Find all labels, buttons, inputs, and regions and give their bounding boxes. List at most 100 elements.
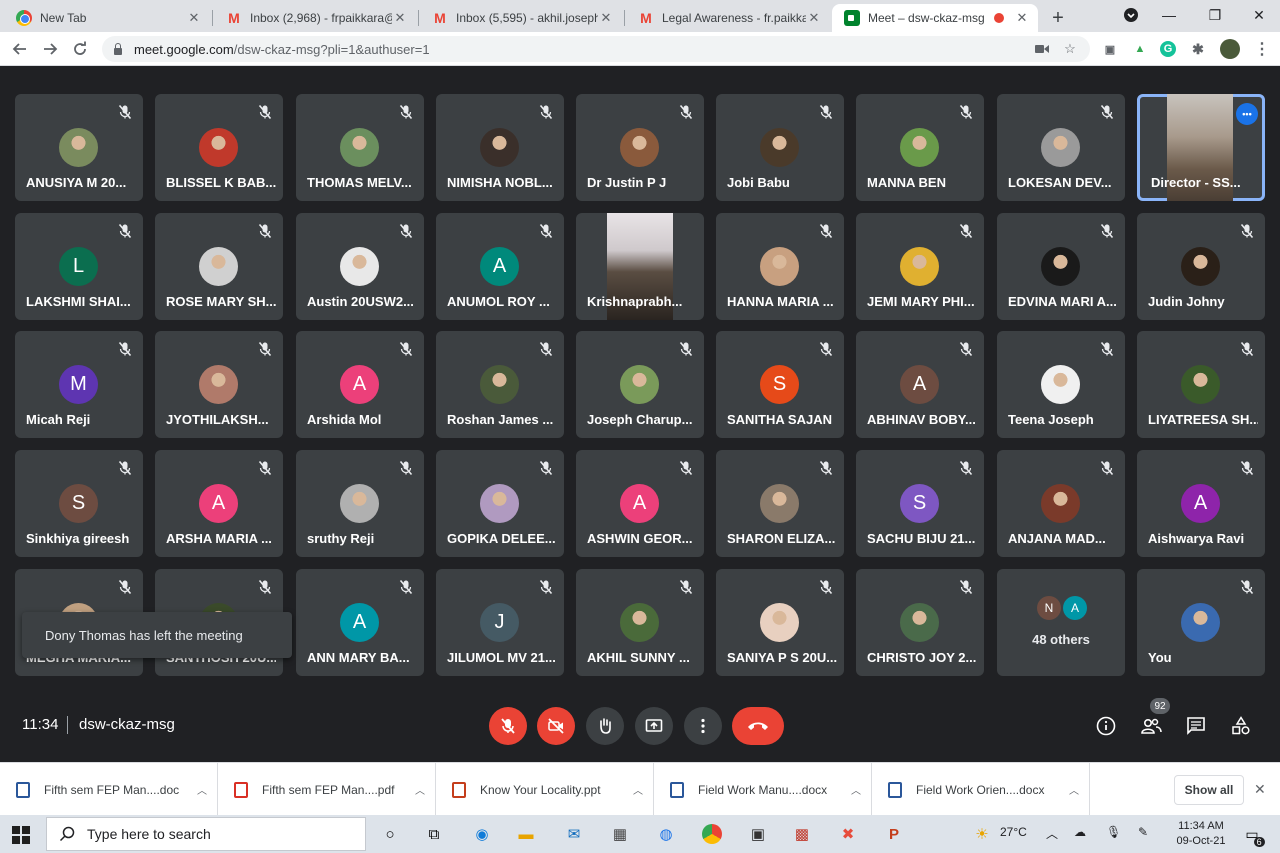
download-item[interactable]: Field Work Manu....docx ︿ bbox=[654, 763, 872, 816]
show-all-downloads-button[interactable]: Show all bbox=[1174, 775, 1244, 805]
participant-tile[interactable]: M Micah Reji bbox=[15, 331, 143, 438]
task-view-icon[interactable]: ⧉ bbox=[422, 823, 446, 845]
participant-tile[interactable]: HANNA MARIA ... bbox=[716, 213, 844, 320]
participant-tile[interactable]: MANNA BEN bbox=[856, 94, 984, 201]
participant-tile[interactable]: NIMISHA NOBL... bbox=[436, 94, 564, 201]
close-icon[interactable]: ✕ bbox=[392, 10, 408, 26]
participant-tile[interactable]: Roshan James ... bbox=[436, 331, 564, 438]
leave-call-button[interactable] bbox=[732, 707, 784, 745]
bookmark-star-icon[interactable]: ☆ bbox=[1062, 41, 1078, 57]
notification-center-icon[interactable]: ▭ 6 bbox=[1240, 823, 1265, 847]
windows-start-icon[interactable] bbox=[12, 826, 30, 844]
participant-tile[interactable]: AKHIL SUNNY ... bbox=[576, 569, 704, 676]
chrome-menu-icon[interactable]: ⋮ bbox=[1254, 41, 1270, 58]
meeting-details-button[interactable] bbox=[1094, 714, 1118, 738]
participant-tile[interactable]: GOPIKA DELEE... bbox=[436, 450, 564, 557]
chevron-up-icon[interactable]: ︿ bbox=[1046, 825, 1058, 842]
microphone-toggle-button[interactable] bbox=[489, 707, 527, 745]
close-downloads-bar-icon[interactable]: ✕ bbox=[1254, 781, 1266, 798]
cast-extension-icon[interactable]: ▣ bbox=[1102, 41, 1118, 57]
participant-tile[interactable]: J JILUMOL MV 21... bbox=[436, 569, 564, 676]
camera-toggle-button[interactable] bbox=[537, 707, 575, 745]
participant-tile[interactable]: ••• Director - SS... bbox=[1137, 94, 1265, 201]
close-icon[interactable]: ✕ bbox=[598, 10, 614, 26]
participant-tile[interactable]: A ABHINAV BOBY... bbox=[856, 331, 984, 438]
app-icon-x[interactable]: ✖ bbox=[836, 823, 860, 845]
microphone-icon[interactable]: 🎙︎ bbox=[1106, 825, 1121, 839]
activities-button[interactable] bbox=[1229, 714, 1253, 738]
participant-tile[interactable]: S SACHU BIJU 21... bbox=[856, 450, 984, 557]
mail-icon[interactable]: ✉ bbox=[562, 823, 586, 845]
participant-tile[interactable]: You bbox=[1137, 569, 1265, 676]
download-item[interactable]: Fifth sem FEP Man....pdf ︿ bbox=[218, 763, 436, 816]
participant-tile[interactable]: SANIYA P S 20U... bbox=[716, 569, 844, 676]
new-tab-button[interactable]: + bbox=[1046, 6, 1070, 30]
people-button[interactable] bbox=[1139, 714, 1163, 738]
more-options-button[interactable] bbox=[684, 707, 722, 745]
participant-tile[interactable]: A Arshida Mol bbox=[296, 331, 424, 438]
download-item[interactable]: Fifth sem FEP Man....doc ︿ bbox=[0, 763, 218, 816]
participant-tile[interactable]: A ARSHA MARIA ... bbox=[155, 450, 283, 557]
participant-tile[interactable]: A Aishwarya Ravi bbox=[1137, 450, 1265, 557]
forward-button[interactable] bbox=[38, 37, 62, 61]
pen-icon[interactable]: ✎ bbox=[1138, 825, 1148, 839]
participant-tile[interactable]: LIYATREESA SH... bbox=[1137, 331, 1265, 438]
participant-tile[interactable]: A ANN MARY BA... bbox=[296, 569, 424, 676]
raise-hand-button[interactable] bbox=[586, 707, 624, 745]
grammarly-icon[interactable]: G bbox=[1160, 41, 1176, 57]
globe-icon[interactable]: ◍ bbox=[654, 823, 678, 845]
participant-tile[interactable]: Judin Johny bbox=[1137, 213, 1265, 320]
participant-tile[interactable]: Krishnaprabh... bbox=[576, 213, 704, 320]
taskbar-clock[interactable]: 11:34 AM 09-Oct-21 bbox=[1168, 819, 1234, 849]
chevron-up-icon[interactable]: ︿ bbox=[1059, 782, 1089, 797]
chevron-up-icon[interactable]: ︿ bbox=[841, 782, 871, 797]
taskbar-search-box[interactable]: Type here to search bbox=[46, 817, 366, 851]
participant-tile[interactable]: SHARON ELIZA... bbox=[716, 450, 844, 557]
participant-tile[interactable]: S SANITHA SAJAN bbox=[716, 331, 844, 438]
edge-icon[interactable]: ◉ bbox=[470, 823, 494, 845]
weather-icon[interactable]: ☀ bbox=[970, 823, 994, 845]
participant-tile[interactable]: ANJANA MAD... bbox=[997, 450, 1125, 557]
chevron-up-icon[interactable]: ︿ bbox=[405, 782, 435, 797]
participant-tile[interactable]: N A 48 others bbox=[997, 569, 1125, 676]
participant-tile[interactable]: A ANUMOL ROY ... bbox=[436, 213, 564, 320]
participant-tile[interactable]: THOMAS MELV... bbox=[296, 94, 424, 201]
browser-tab[interactable]: M Inbox (5,595) - akhil.joseph@ ✕ bbox=[420, 4, 622, 32]
powerpoint-icon[interactable]: P bbox=[882, 823, 906, 845]
download-item[interactable]: Know Your Locality.ppt ︿ bbox=[436, 763, 654, 816]
chevron-up-icon[interactable]: ︿ bbox=[623, 782, 653, 797]
camera-in-use-icon[interactable] bbox=[1034, 41, 1050, 57]
participant-tile[interactable]: JYOTHILAKSH... bbox=[155, 331, 283, 438]
download-item[interactable]: Field Work Orien....docx ︿ bbox=[872, 763, 1090, 816]
participant-tile[interactable]: LOKESAN DEV... bbox=[997, 94, 1125, 201]
browser-tab-active[interactable]: Meet – dsw-ckaz-msg ✕ bbox=[832, 4, 1038, 32]
puzzle-extensions-icon[interactable]: ✱ bbox=[1190, 41, 1206, 57]
minimize-button[interactable]: — bbox=[1146, 0, 1192, 30]
participant-tile[interactable]: EDVINA MARI A... bbox=[997, 213, 1125, 320]
close-icon[interactable]: ✕ bbox=[186, 10, 202, 26]
browser-tab[interactable]: New Tab ✕ bbox=[4, 4, 210, 32]
participant-tile[interactable]: A ASHWIN GEOR... bbox=[576, 450, 704, 557]
calculator-icon[interactable]: ▦ bbox=[608, 823, 632, 845]
participant-tile[interactable]: Dr Justin P J bbox=[576, 94, 704, 201]
chevron-up-icon[interactable]: ︿ bbox=[187, 782, 217, 797]
close-icon[interactable]: ✕ bbox=[806, 10, 822, 26]
participant-tile[interactable]: sruthy Reji bbox=[296, 450, 424, 557]
profile-avatar[interactable] bbox=[1220, 39, 1240, 59]
present-screen-button[interactable] bbox=[635, 707, 673, 745]
participant-tile[interactable]: Austin 20USW2... bbox=[296, 213, 424, 320]
participant-tile[interactable]: S Sinkhiya gireesh bbox=[15, 450, 143, 557]
drive-extension-icon[interactable]: ▲ bbox=[1132, 41, 1148, 57]
browser-tab[interactable]: M Inbox (2,968) - frpaikkara@g ✕ bbox=[214, 4, 416, 32]
participant-tile[interactable]: Teena Joseph bbox=[997, 331, 1125, 438]
address-bar[interactable]: meet.google.com/dsw-ckaz-msg?pli=1&authu… bbox=[102, 36, 1090, 62]
chrome-taskbar-icon[interactable] bbox=[700, 823, 724, 845]
participant-tile[interactable]: Joseph Charup... bbox=[576, 331, 704, 438]
chat-button[interactable] bbox=[1184, 714, 1208, 738]
store-icon[interactable]: ▣ bbox=[746, 823, 770, 845]
participant-tile[interactable]: Jobi Babu bbox=[716, 94, 844, 201]
participant-tile[interactable]: ANUSIYA M 20... bbox=[15, 94, 143, 201]
close-icon[interactable]: ✕ bbox=[1014, 10, 1030, 26]
back-button[interactable] bbox=[8, 37, 32, 61]
participant-tile[interactable]: L LAKSHMI SHAI... bbox=[15, 213, 143, 320]
